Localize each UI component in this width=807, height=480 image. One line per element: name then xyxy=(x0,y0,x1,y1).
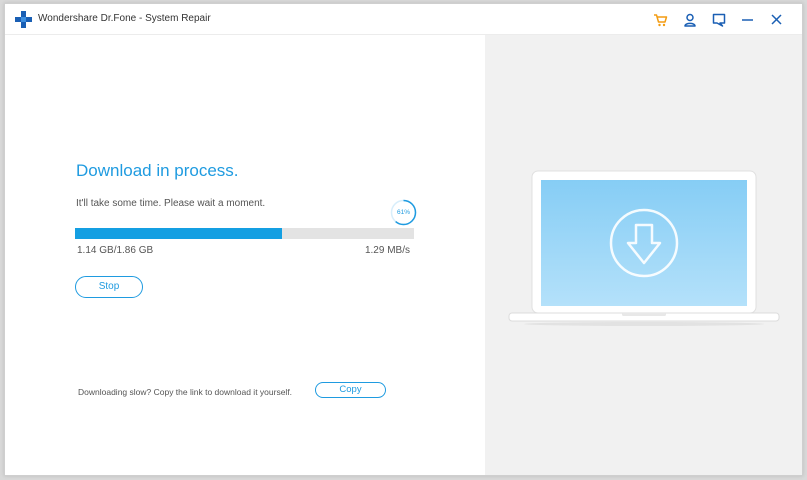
cart-icon[interactable] xyxy=(651,10,670,29)
slow-download-hint: Downloading slow? Copy the link to downl… xyxy=(78,387,293,397)
download-panel: Download in process. It'll take some tim… xyxy=(5,35,485,475)
illustration-panel xyxy=(485,35,802,475)
wait-message: It'll take some time. Please wait a mome… xyxy=(76,198,266,209)
laptop-illustration xyxy=(508,170,780,326)
download-speed: 1.29 MB/s xyxy=(364,245,410,256)
app-window: Wondershare Dr.Fone - System Repair Down… xyxy=(4,3,803,476)
app-title: Wondershare Dr.Fone - System Repair xyxy=(38,13,211,24)
feedback-icon[interactable] xyxy=(709,10,728,29)
downloaded-size: 1.14 GB/1.86 GB xyxy=(77,245,154,256)
page-title: Download in process. xyxy=(76,161,239,180)
stop-button[interactable]: Stop xyxy=(75,276,143,298)
user-icon[interactable] xyxy=(680,10,699,29)
progress-fill xyxy=(75,228,282,239)
progress-bar xyxy=(75,228,414,239)
percent-label: 61% xyxy=(396,209,410,216)
title-bar-controls xyxy=(651,10,786,29)
drfone-logo-icon xyxy=(15,11,32,28)
close-icon[interactable] xyxy=(767,10,786,29)
title-bar: Wondershare Dr.Fone - System Repair xyxy=(5,4,802,35)
copy-link-button[interactable]: Copy xyxy=(315,382,386,398)
minimize-icon[interactable] xyxy=(738,10,757,29)
